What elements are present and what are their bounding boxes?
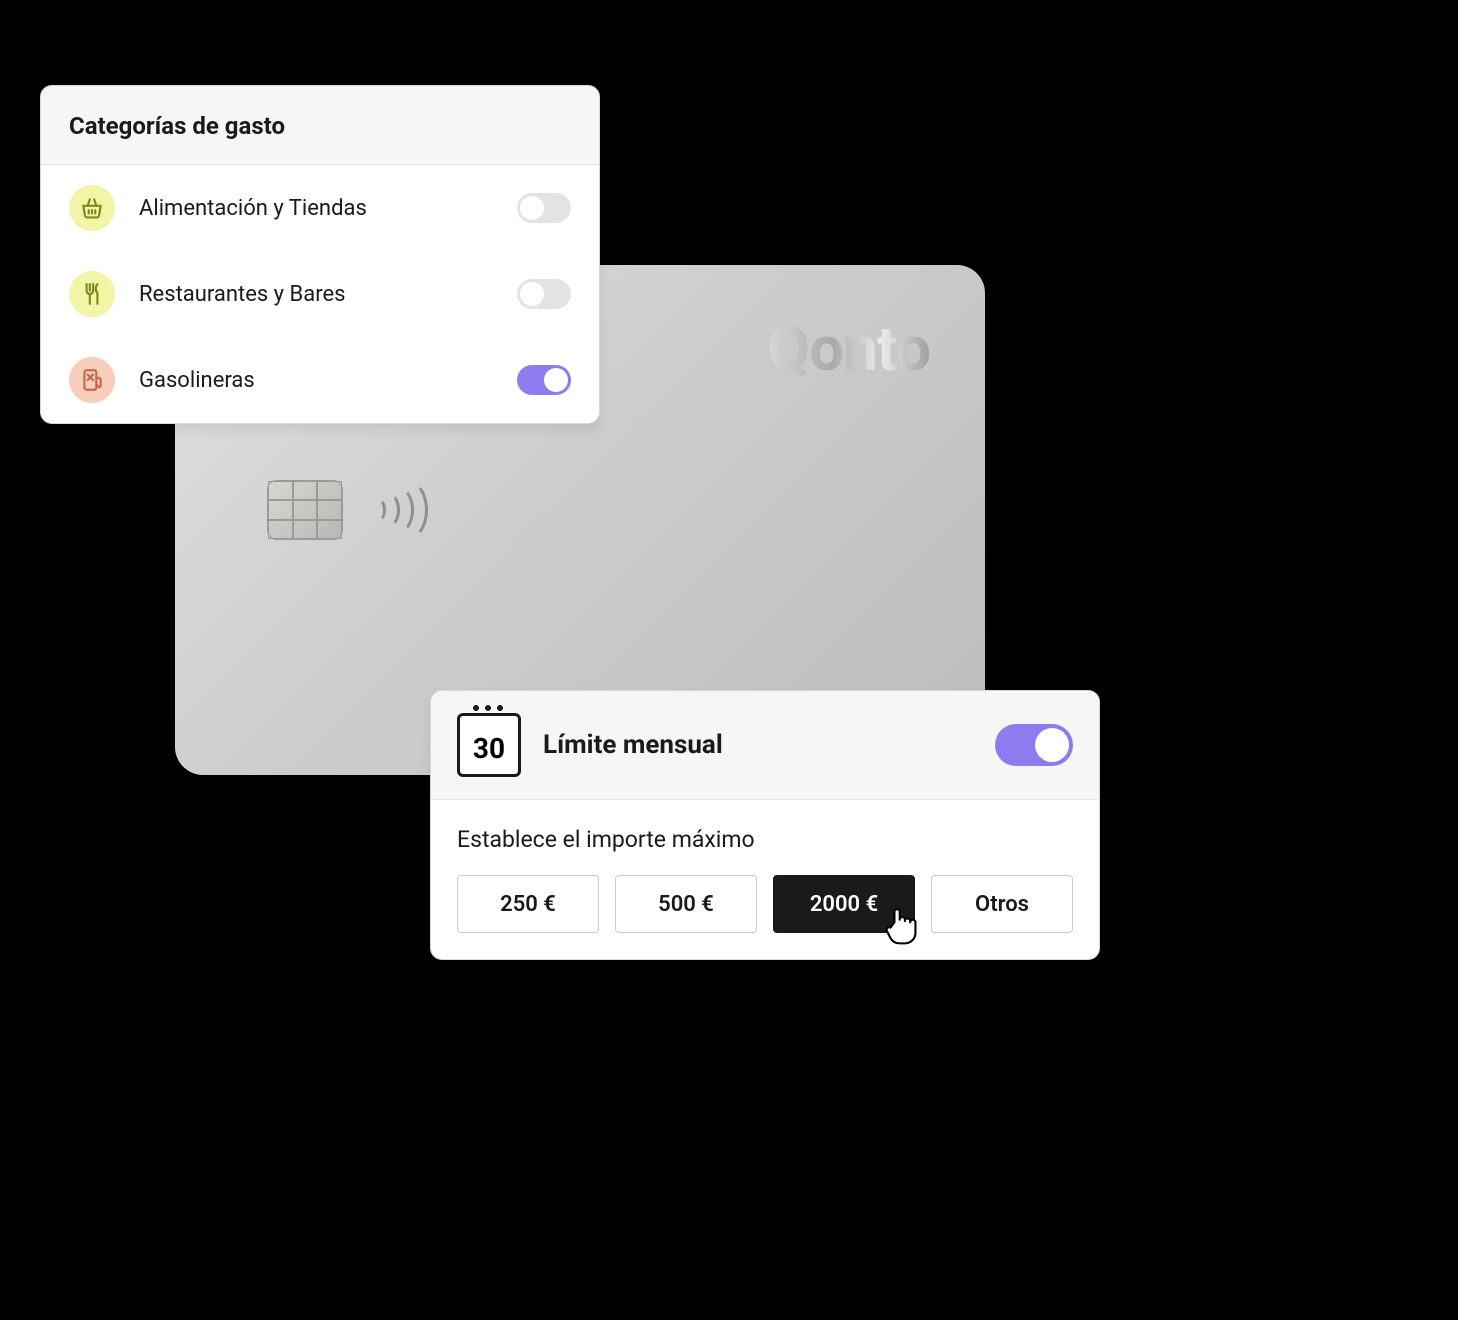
amount-option[interactable]: Otros [931, 875, 1073, 933]
brand-logo: Qonto [767, 313, 930, 386]
monthly-limit-title: Límite mensual [543, 730, 973, 760]
calendar-icon: 30 [457, 713, 521, 777]
monthly-limit-body: Establece el importe máximo 250 € 500 € 20… [431, 800, 1099, 959]
category-row: Gasolineras [41, 337, 599, 423]
category-toggle[interactable] [517, 279, 571, 309]
calendar-day: 30 [473, 732, 505, 765]
monthly-limit-header: 30 Límite mensual [431, 691, 1099, 800]
amount-option[interactable]: 2000 € [773, 875, 915, 933]
amount-options: 250 € 500 € 2000 € Otros [457, 875, 1073, 933]
category-label: Alimentación y Tiendas [139, 196, 493, 221]
limit-instruction: Establece el importe máximo [457, 826, 1073, 853]
fuel-icon [69, 357, 115, 403]
amount-option[interactable]: 250 € [457, 875, 599, 933]
category-toggle[interactable] [517, 193, 571, 223]
category-label: Restaurantes y Bares [139, 282, 493, 307]
category-label: Gasolineras [139, 368, 493, 393]
monthly-limit-panel: 30 Límite mensual Establece el importe m… [430, 690, 1100, 960]
basket-icon [69, 185, 115, 231]
spend-categories-list: Alimentación y Tiendas Restaurantes y Bar… [41, 165, 599, 423]
category-row: Restaurantes y Bares [41, 251, 599, 337]
monthly-limit-toggle[interactable] [995, 724, 1073, 766]
amount-option[interactable]: 500 € [615, 875, 757, 933]
fork-knife-icon [69, 271, 115, 317]
card-chip [267, 480, 343, 540]
category-toggle[interactable] [517, 365, 571, 395]
spend-categories-title: Categorías de gasto [41, 86, 599, 165]
category-row: Alimentación y Tiendas [41, 165, 599, 251]
contactless-icon [370, 480, 430, 540]
spend-categories-panel: Categorías de gasto Alimentación y Tiend… [40, 85, 600, 424]
